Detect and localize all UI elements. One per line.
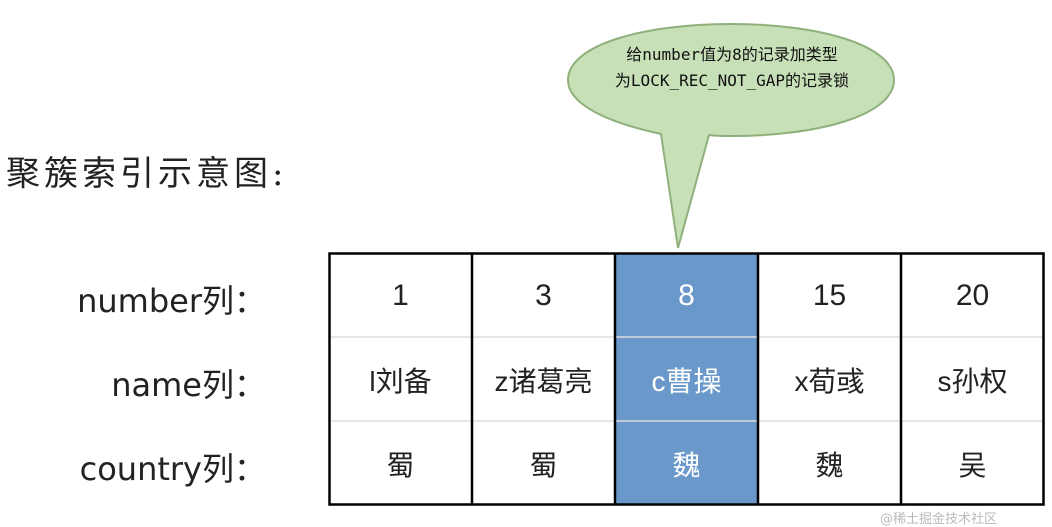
- diagram-title: 聚簇索引示意图:: [6, 154, 288, 194]
- callout-line-2: 为LOCK_REC_NOT_GAP的记录锁: [614, 71, 850, 90]
- cell-country-1: 蜀: [386, 450, 415, 481]
- watermark: @稀土掘金技术社区: [880, 512, 998, 527]
- cell-name-1: l刘备: [369, 366, 432, 397]
- cell-name-3: z诸葛亮: [494, 366, 593, 397]
- cell-name-15: x荀彧: [794, 366, 865, 397]
- cell-name-20: s孙权: [937, 366, 1008, 397]
- cell-name-8: c曹操: [651, 366, 722, 397]
- row-label-name: name列：: [111, 366, 266, 404]
- cell-number-15: 15: [812, 279, 847, 312]
- cell-number-3: 3: [535, 279, 552, 312]
- cell-country-3: 蜀: [529, 450, 558, 481]
- callout-line-1: 给number值为8的记录加类型: [626, 45, 838, 64]
- callout-text: 给number值为8的记录加类型 为LOCK_REC_NOT_GAP的记录锁: [580, 42, 884, 94]
- callout-bubble: 给number值为8的记录加类型 为LOCK_REC_NOT_GAP的记录锁: [566, 22, 896, 252]
- cell-country-15: 魏: [815, 450, 844, 481]
- cell-number-20: 20: [955, 279, 990, 312]
- cell-number-8: 8: [678, 279, 695, 312]
- row-label-country: country列：: [79, 450, 266, 488]
- row-label-number: number列：: [77, 282, 266, 320]
- cell-number-1: 1: [392, 279, 409, 312]
- cell-country-20: 吴: [958, 450, 987, 481]
- cell-country-8: 魏: [672, 450, 701, 481]
